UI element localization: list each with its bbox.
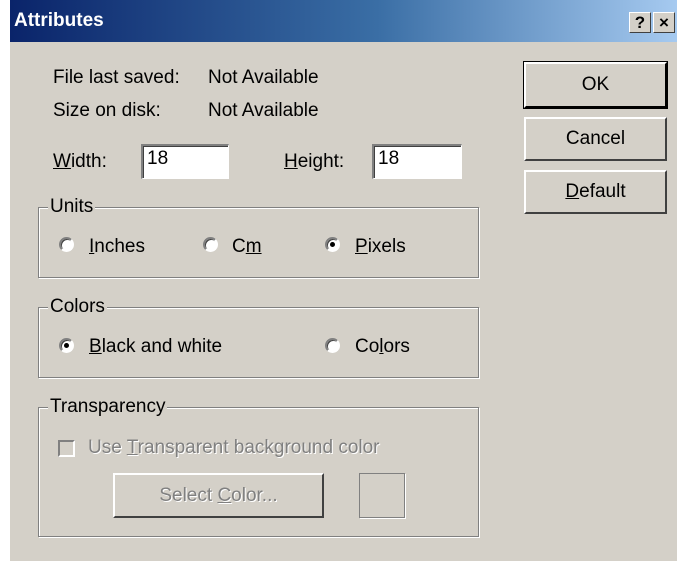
use-transparent-label[interactable]: Use Transparent background color: [88, 437, 380, 459]
use-transparent-checkbox[interactable]: [58, 440, 75, 457]
inches-label[interactable]: Inches: [89, 236, 145, 258]
cancel-button[interactable]: Cancel: [524, 117, 667, 161]
height-label: Height:: [284, 151, 345, 172]
width-label: Width:: [53, 151, 107, 172]
inches-radio[interactable]: [59, 237, 74, 252]
pixels-label[interactable]: Pixels: [355, 236, 406, 258]
attributes-dialog: Attributes ? × File last saved: Not Avai…: [10, 0, 677, 561]
colors-group-label: Colors: [48, 296, 107, 318]
black-and-white-radio[interactable]: [59, 338, 74, 353]
cm-radio[interactable]: [203, 237, 218, 252]
size-on-disk-value: Not Available: [208, 100, 319, 121]
units-group-label: Units: [48, 196, 96, 218]
transparent-color-swatch: [359, 473, 405, 518]
colors-label[interactable]: Colors: [355, 336, 410, 358]
select-color-button[interactable]: Select Color...: [113, 473, 324, 518]
transparency-group-label: Transparency: [48, 396, 168, 418]
help-icon[interactable]: ?: [629, 12, 651, 33]
cm-label[interactable]: Cm: [232, 236, 262, 258]
file-last-saved-value: Not Available: [208, 67, 319, 88]
height-input[interactable]: 18: [372, 144, 462, 179]
close-icon[interactable]: ×: [653, 12, 675, 33]
window-title: Attributes: [14, 10, 104, 31]
pixels-radio[interactable]: [325, 237, 340, 252]
colors-radio[interactable]: [325, 338, 340, 353]
ok-button[interactable]: OK: [523, 61, 668, 109]
size-on-disk-label: Size on disk:: [53, 100, 161, 121]
black-and-white-label[interactable]: Black and white: [89, 336, 222, 358]
file-last-saved-label: File last saved:: [53, 67, 180, 88]
width-input[interactable]: 18: [141, 144, 229, 179]
default-button[interactable]: Default: [524, 170, 667, 214]
title-bar[interactable]: Attributes ? ×: [10, 0, 677, 42]
